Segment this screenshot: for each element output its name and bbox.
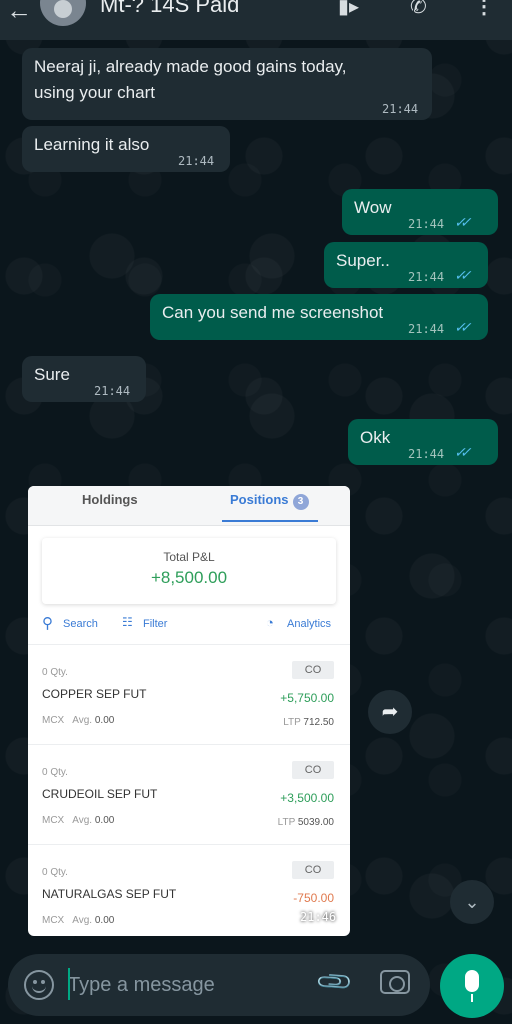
message-bubble-outgoing[interactable]: Wow 21:44 ✓✓ [342, 189, 498, 235]
text-cursor [68, 968, 70, 1000]
message-text: Super.. [336, 251, 390, 270]
product-badge: CO [292, 861, 334, 879]
search-label: Search [63, 618, 98, 630]
tab-positions-label: Positions [230, 492, 289, 507]
menu-icon[interactable]: ⋮ [474, 0, 494, 17]
position-row: 0 Qty. CO COPPER SEP FUT +5,750.00 MCX Av… [28, 644, 350, 744]
message-bubble-outgoing[interactable]: Okk 21:44 ✓✓ [348, 419, 498, 465]
camera-icon[interactable] [380, 970, 410, 994]
chat-header[interactable]: ← Mt-? 14S Paid ▮▸ ✆ ⋮ [0, 0, 512, 40]
avg-label: Avg. [72, 715, 93, 726]
contact-name[interactable]: Mt-? 14S Paid [100, 0, 239, 18]
search-icon: ⚲ [42, 615, 53, 632]
positions-count-badge: 3 [292, 494, 309, 510]
position-symbol: CRUDEOIL SEP FUT [42, 787, 158, 801]
mic-button[interactable] [440, 954, 504, 1018]
filter-icon: ☷ [122, 615, 133, 629]
message-bubble-incoming[interactable]: Learning it also 21:44 [22, 126, 230, 172]
positions-toolbar: ⚲ Search ☷ Filter ◔ Analytics [28, 614, 350, 638]
message-time: 21:44 [408, 270, 445, 284]
message-composer: 📎 [8, 954, 430, 1016]
message-text: Neeraj ji, already made good gains today… [34, 57, 347, 102]
ltp-label: LTP [283, 717, 301, 728]
ltp-value: 712.50 [303, 717, 334, 728]
exchange-name: MCX [42, 915, 65, 926]
tab-holdings: Holdings [82, 492, 138, 507]
total-pnl-value: +8,500.00 [150, 568, 228, 587]
filter-label: Filter [143, 618, 168, 630]
read-receipt-icon: ✓✓ [454, 444, 472, 460]
analytics-label: Analytics [287, 618, 332, 630]
position-qty: 0 Qty. [42, 867, 68, 878]
position-exchange: MCX Avg. 0.00 [42, 715, 114, 726]
exchange-name: MCX [42, 815, 65, 826]
message-text: Learning it also [34, 135, 150, 154]
tab-bar: Holdings Positions 3 [28, 486, 350, 526]
message-time: 21:44 [408, 217, 445, 231]
position-symbol: COPPER SEP FUT [42, 687, 147, 701]
message-time: 21:44 [408, 322, 445, 336]
analytics-icon: ◔ [266, 615, 274, 630]
message-time: 21:44 [94, 384, 131, 398]
avg-value: 0.00 [94, 915, 115, 926]
total-pnl-card: Total P&L +8,500.00 [42, 538, 336, 604]
video-call-icon[interactable]: ▮▸ [338, 0, 359, 17]
message-time: 21:44 [178, 154, 215, 168]
message-text: Can you send me screenshot [162, 303, 384, 322]
message-text: Okk [360, 428, 391, 447]
emoji-icon[interactable] [24, 970, 54, 1000]
position-symbol: NATURALGAS SEP FUT [42, 887, 177, 901]
position-qty: 0 Qty. [42, 767, 68, 778]
ltp-value: 5039.00 [297, 817, 334, 828]
read-receipt-icon: ✓✓ [454, 267, 472, 283]
position-qty: 0 Qty. [42, 667, 68, 678]
avg-label: Avg. [72, 915, 93, 926]
image-message-time: 21:46 [300, 910, 337, 924]
message-input[interactable] [68, 968, 308, 1002]
image-message[interactable]: Holdings Positions 3 Total P&L +8,500.00 … [28, 486, 350, 936]
microphone-icon [465, 970, 479, 1002]
message-text: Wow [354, 198, 392, 217]
message-text: Sure [34, 365, 70, 384]
position-exchange: MCX Avg. 0.00 [42, 815, 114, 826]
message-time: 21:44 [382, 102, 419, 116]
position-pnl: +3,500.00 [280, 791, 334, 805]
avg-value: 0.00 [94, 715, 115, 726]
message-bubble-outgoing[interactable]: Super.. 21:44 ✓✓ [324, 242, 488, 288]
voice-call-icon[interactable]: ✆ [410, 0, 427, 17]
back-arrow-icon[interactable]: ← [6, 0, 32, 23]
attachment-icon[interactable]: 📎 [314, 962, 356, 1004]
position-pnl: +5,750.00 [280, 691, 334, 705]
position-ltp: LTP 712.50 [283, 717, 334, 728]
message-bubble-incoming[interactable]: Sure 21:44 [22, 356, 146, 402]
avg-label: Avg. [72, 815, 93, 826]
total-pnl-label: Total P&L [163, 550, 215, 564]
position-ltp: LTP 5039.00 [278, 817, 334, 828]
tab-positions: Positions 3 [230, 492, 309, 510]
message-bubble-outgoing[interactable]: Can you send me screenshot 21:44 ✓✓ [150, 294, 488, 340]
scroll-down-icon[interactable]: ⌄ [450, 880, 494, 924]
read-receipt-icon: ✓✓ [454, 214, 472, 230]
product-badge: CO [292, 661, 334, 679]
avatar[interactable] [40, 0, 86, 26]
message-time: 21:44 [408, 447, 445, 461]
position-row: 0 Qty. CO CRUDEOIL SEP FUT +3,500.00 MCX… [28, 744, 350, 844]
message-bubble-incoming[interactable]: Neeraj ji, already made good gains today… [22, 48, 432, 120]
position-exchange: MCX Avg. 0.00 [42, 915, 114, 926]
avg-value: 0.00 [94, 815, 115, 826]
product-badge: CO [292, 761, 334, 779]
position-pnl: -750.00 [293, 891, 334, 905]
read-receipt-icon: ✓✓ [454, 319, 472, 335]
exchange-name: MCX [42, 715, 65, 726]
forward-icon[interactable]: ➦ [368, 690, 412, 734]
ltp-label: LTP [277, 817, 296, 828]
active-tab-indicator [222, 520, 318, 522]
